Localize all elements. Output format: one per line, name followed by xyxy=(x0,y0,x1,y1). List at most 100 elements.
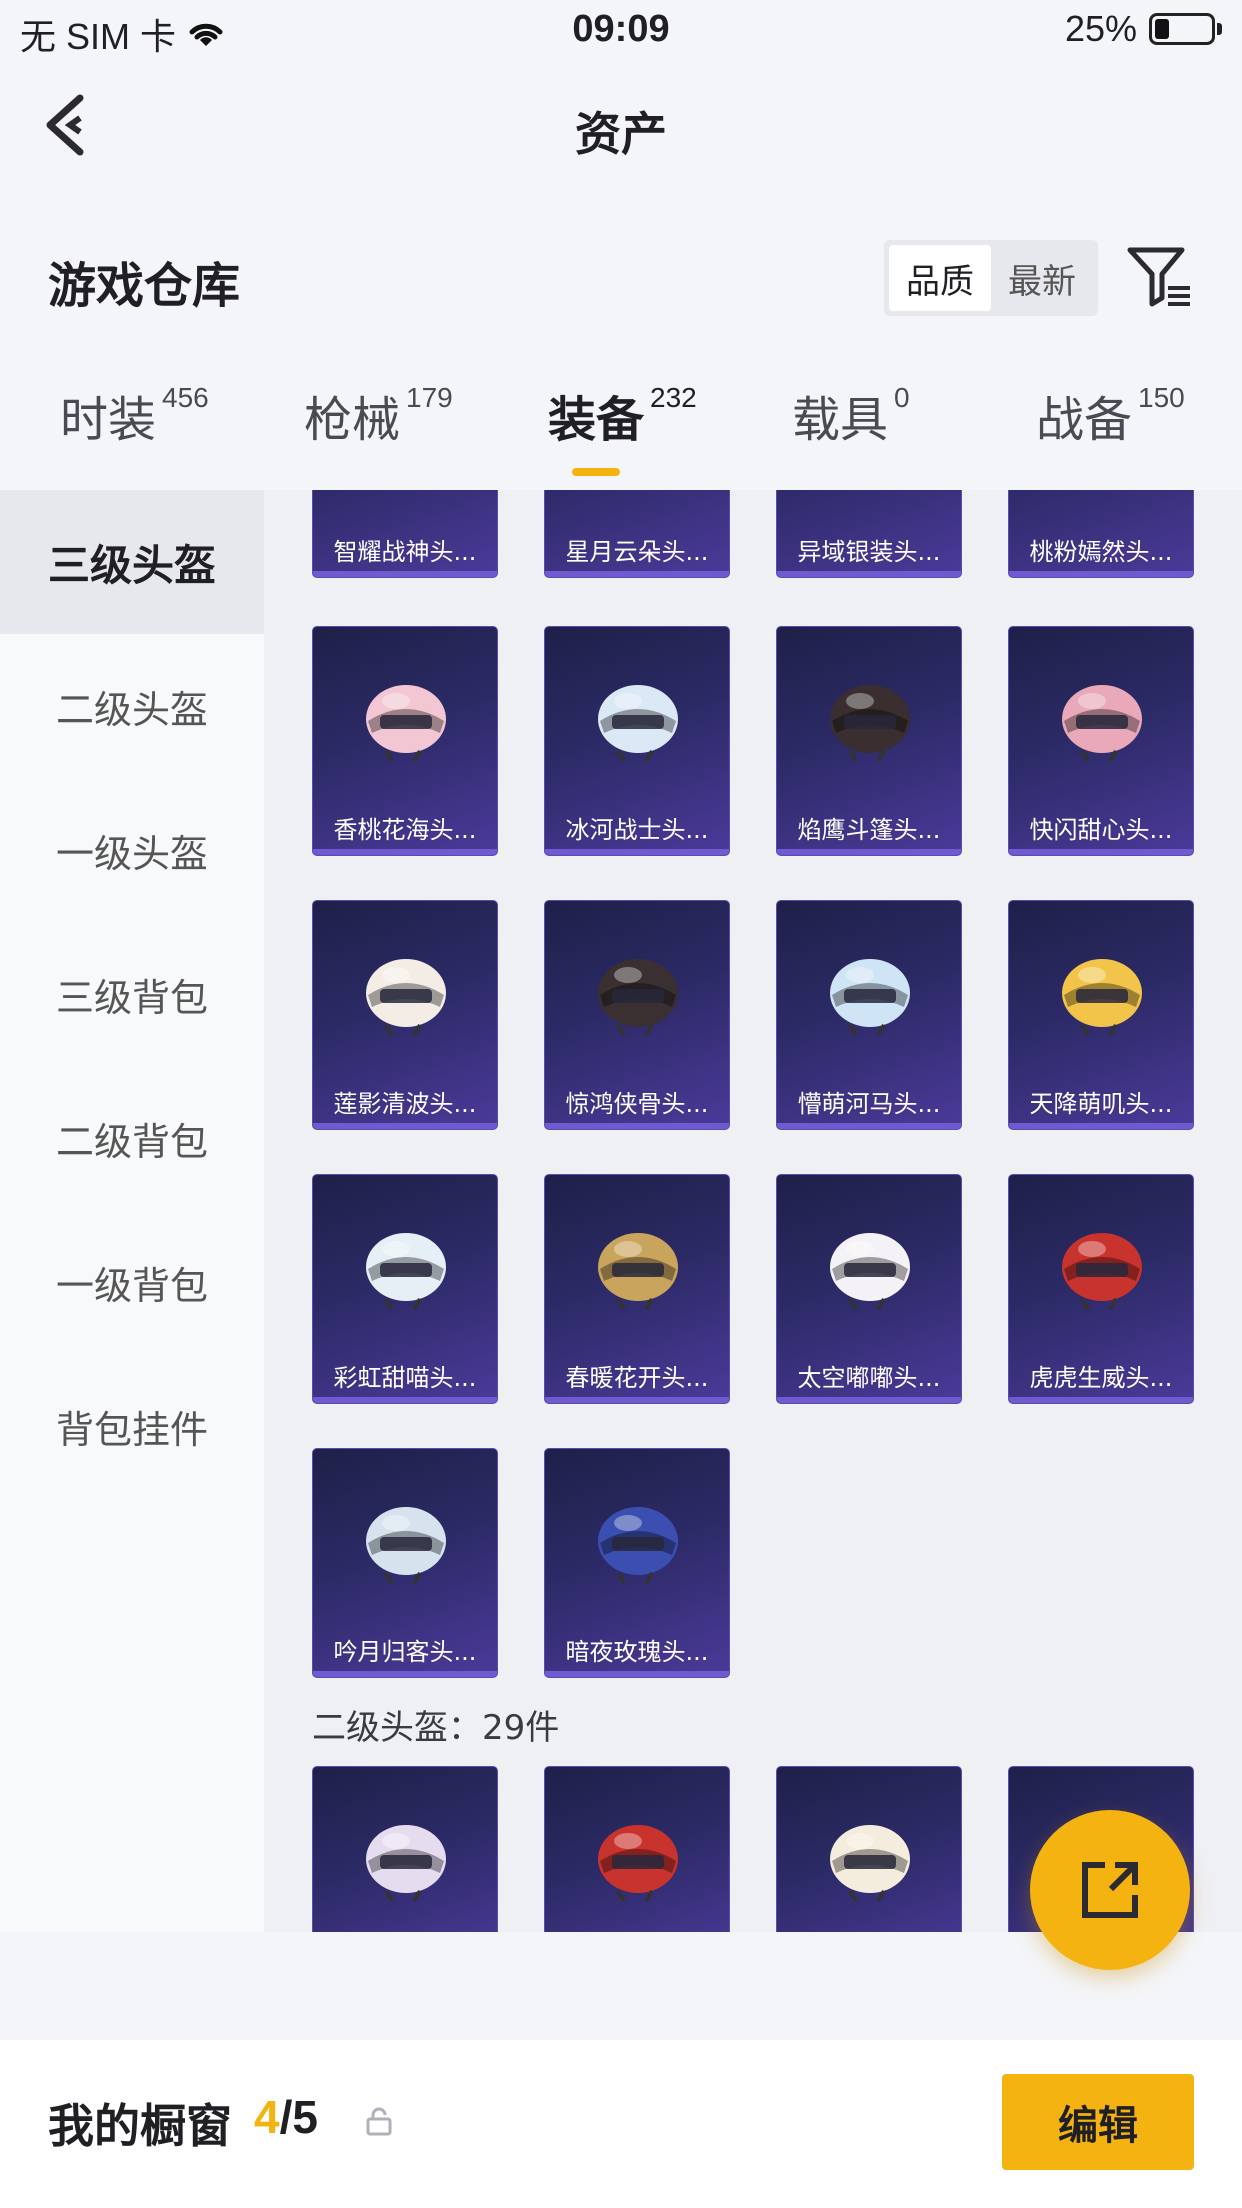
helmet-icon xyxy=(366,1825,446,1903)
item-card[interactable] xyxy=(776,1766,962,1932)
lock-icon xyxy=(366,2107,392,2136)
item-card[interactable]: 香桃花海头... xyxy=(312,626,498,856)
item-name: 天降萌叽头... xyxy=(1029,1090,1173,1118)
item-name: 冰河战士头... xyxy=(565,816,709,844)
item-grid: 智耀战神头... 星月云朵头... 异域银装头... 桃粉嫣然头... 香桃花海头...… xyxy=(264,490,1242,1932)
item-name: 暗夜玫瑰头... xyxy=(565,1638,709,1666)
sidebar-item-level1-helmet[interactable]: 一级头盔 xyxy=(0,778,264,922)
item-card[interactable] xyxy=(312,1766,498,1932)
helmet-icon xyxy=(830,1233,910,1311)
sidebar-item-level3-helmet[interactable]: 三级头盔 xyxy=(0,490,264,634)
sidebar-item-level2-backpack[interactable]: 二级背包 xyxy=(0,1066,264,1210)
item-card[interactable]: 焰鹰斗篷头... xyxy=(776,626,962,856)
tab-count: 456 xyxy=(162,382,209,413)
item-name: 焰鹰斗篷头... xyxy=(797,816,941,844)
helmet-icon xyxy=(598,1233,678,1311)
warehouse-title: 游戏仓库 xyxy=(48,258,241,314)
tab-firearms[interactable]: 枪械 179 xyxy=(304,380,453,450)
item-name: 太空嘟嘟头... xyxy=(797,1364,941,1392)
item-name: 虎虎生威头... xyxy=(1029,1364,1173,1392)
item-card[interactable]: 莲影清波头... xyxy=(312,900,498,1130)
item-card[interactable]: 智耀战神头... xyxy=(312,490,498,578)
item-card[interactable]: 太空嘟嘟头... xyxy=(776,1174,962,1404)
helmet-icon xyxy=(1062,1233,1142,1311)
item-name: 惊鸿侠骨头... xyxy=(565,1090,709,1118)
battery-area: 25% xyxy=(1065,8,1222,50)
helmet-icon xyxy=(830,959,910,1037)
tab-label: 枪械 xyxy=(304,392,401,448)
tab-count: 0 xyxy=(894,382,910,413)
category-tabs: 时装 456 枪械 179 装备 232 载具 0 战备 150 xyxy=(0,380,1242,490)
section-title-level2: 二级头盔：29件 xyxy=(312,1708,560,1748)
tab-combat-gear[interactable]: 战备 150 xyxy=(1036,380,1185,450)
helmet-icon xyxy=(830,685,910,763)
helmet-icon xyxy=(366,959,446,1037)
item-name: 吟月归客头... xyxy=(333,1638,477,1666)
item-card[interactable]: 暗夜玫瑰头... xyxy=(544,1448,730,1678)
showcase-bar: 我的橱窗 4/5 编辑 xyxy=(0,2040,1242,2208)
sidebar-item-level3-backpack[interactable]: 三级背包 xyxy=(0,922,264,1066)
item-card[interactable]: 桃粉嫣然头... xyxy=(1008,490,1194,578)
item-name: 莲影清波头... xyxy=(333,1090,477,1118)
helmet-icon xyxy=(830,1825,910,1903)
sidebar-item-level1-backpack[interactable]: 一级背包 xyxy=(0,1210,264,1354)
item-name: 彩虹甜喵头... xyxy=(333,1364,477,1392)
warehouse-header: 游戏仓库 品质 最新 xyxy=(0,230,1242,330)
item-name: 香桃花海头... xyxy=(333,816,477,844)
battery-percent: 25% xyxy=(1064,8,1137,49)
item-card[interactable] xyxy=(544,1766,730,1932)
page-title: 资产 xyxy=(575,107,667,161)
edit-button[interactable]: 编辑 xyxy=(1002,2074,1194,2170)
item-name: 春暖花开头... xyxy=(565,1364,709,1392)
helmet-icon xyxy=(598,959,678,1037)
tab-count: 150 xyxy=(1138,382,1185,413)
showcase-current: 4 xyxy=(254,2091,280,2143)
helmet-icon xyxy=(1062,959,1142,1037)
tab-count: 232 xyxy=(650,382,697,413)
share-button[interactable] xyxy=(1030,1810,1190,1970)
item-card[interactable]: 星月云朵头... xyxy=(544,490,730,578)
sort-quality[interactable]: 品质 xyxy=(889,245,991,311)
item-name: 快闪甜心头... xyxy=(1029,816,1173,844)
item-name: 桃粉嫣然头... xyxy=(1029,538,1173,566)
helmet-icon xyxy=(598,1825,678,1903)
item-card[interactable]: 彩虹甜喵头... xyxy=(312,1174,498,1404)
item-name: 懵萌河马头... xyxy=(797,1090,941,1118)
item-name: 星月云朵头... xyxy=(565,538,709,566)
sort-latest[interactable]: 最新 xyxy=(991,245,1093,311)
share-icon xyxy=(1082,1862,1138,1918)
status-time: 09:09 xyxy=(572,8,670,50)
item-name: 智耀战神头... xyxy=(333,538,477,566)
sidebar-item-level2-helmet[interactable]: 二级头盔 xyxy=(0,634,264,778)
status-bar: 无 SIM 卡 09:09 25% xyxy=(0,0,1242,62)
showcase-count: 4/5 xyxy=(254,2090,318,2144)
tab-equipment[interactable]: 装备 232 xyxy=(548,380,697,450)
item-name: 异域银装头... xyxy=(797,538,941,566)
item-card[interactable]: 冰河战士头... xyxy=(544,626,730,856)
helmet-icon xyxy=(366,1233,446,1311)
item-card[interactable]: 天降萌叽头... xyxy=(1008,900,1194,1130)
item-card[interactable]: 虎虎生威头... xyxy=(1008,1174,1194,1404)
nav-bar: 资产 xyxy=(0,62,1242,192)
helmet-icon xyxy=(598,685,678,763)
item-card[interactable]: 吟月归客头... xyxy=(312,1448,498,1678)
tab-label: 载具 xyxy=(792,392,889,448)
subcategory-sidebar: 三级头盔 二级头盔 一级头盔 三级背包 二级背包 一级背包 背包挂件 xyxy=(0,490,264,1932)
battery-icon xyxy=(1149,13,1215,45)
active-tab-indicator xyxy=(572,468,620,476)
item-card[interactable]: 春暖花开头... xyxy=(544,1174,730,1404)
item-card[interactable]: 快闪甜心头... xyxy=(1008,626,1194,856)
item-card[interactable]: 异域银装头... xyxy=(776,490,962,578)
item-card[interactable]: 惊鸿侠骨头... xyxy=(544,900,730,1130)
tab-label: 装备 xyxy=(548,392,645,448)
showcase-total: /5 xyxy=(279,2091,318,2143)
showcase-title: 我的橱窗 xyxy=(48,2099,232,2153)
tab-vehicles[interactable]: 载具 0 xyxy=(792,380,910,450)
sort-toggle: 品质 最新 xyxy=(884,240,1098,316)
sidebar-item-backpack-charm[interactable]: 背包挂件 xyxy=(0,1354,264,1498)
tab-label: 时装 xyxy=(60,392,157,448)
filter-icon[interactable] xyxy=(1124,242,1194,312)
helmet-icon xyxy=(1062,685,1142,763)
tab-fashion[interactable]: 时装 456 xyxy=(60,380,209,450)
item-card[interactable]: 懵萌河马头... xyxy=(776,900,962,1130)
